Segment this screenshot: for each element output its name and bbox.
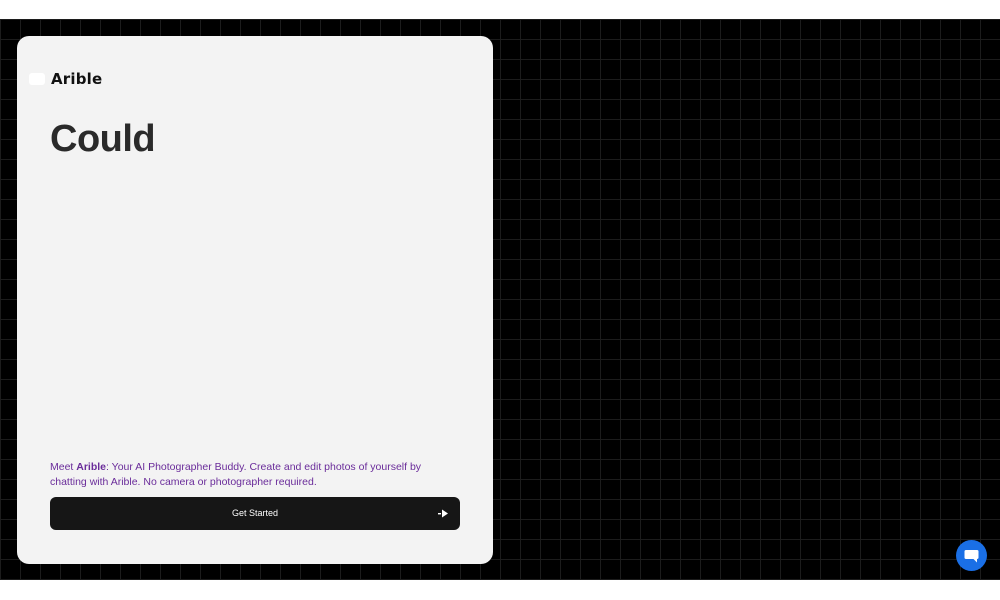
intro-brand-name: Arible <box>76 461 107 473</box>
brand-name: Arible <box>51 70 103 88</box>
hero-headline: Could <box>50 118 156 160</box>
hero-card: Arible Could Meet Arible: Your AI Photog… <box>17 36 493 564</box>
get-started-label: Get Started <box>231 508 279 518</box>
brand-logo[interactable]: Arible <box>29 70 102 88</box>
intro-tagline: Meet Arible: Your AI Photographer Buddy.… <box>50 460 450 490</box>
chat-bubble-icon <box>964 549 979 562</box>
intro-prefix: Meet <box>50 461 77 473</box>
logo-mark-icon <box>29 73 45 85</box>
get-started-button[interactable]: Get Started <box>50 497 460 530</box>
intro-text: : Your AI Photographer Buddy. Create and… <box>50 461 422 488</box>
app-viewport: Arible Could Meet Arible: Your AI Photog… <box>0 19 1000 580</box>
arrow-right-icon <box>438 509 448 518</box>
chat-launcher-button[interactable] <box>956 540 987 571</box>
